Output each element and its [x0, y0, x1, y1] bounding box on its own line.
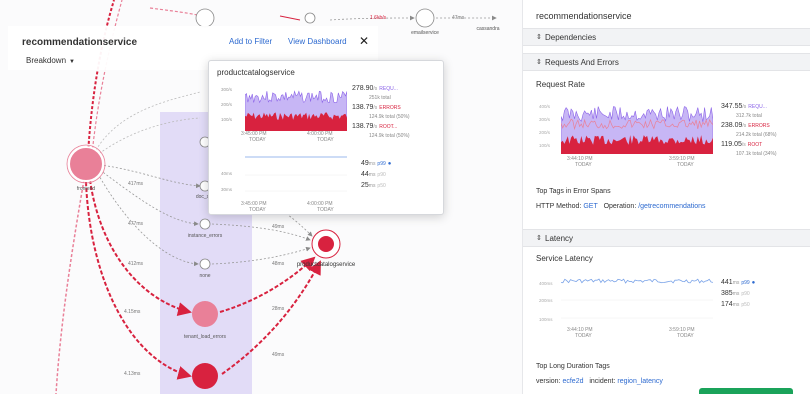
- edge-label: 47ms: [452, 15, 465, 21]
- side-panel-title: recommendationservice: [536, 11, 632, 21]
- popup-request-rate-chart: [245, 90, 347, 131]
- axis-tick: 100ms: [539, 317, 553, 322]
- stat-requests-total: 251k total: [369, 95, 391, 101]
- date-label: TODAY: [677, 162, 694, 168]
- edge-label: 477ms: [128, 221, 144, 227]
- axis-tick: 100/s: [539, 143, 551, 148]
- stat-root-errors-total: 124.9k total (50%): [369, 133, 410, 139]
- stat-errors-total: 124.9k total (50%): [369, 114, 410, 120]
- edge-label: 28ms: [272, 306, 285, 312]
- axis-tick: 300/s: [539, 117, 551, 122]
- edge-label: 48ms: [272, 261, 285, 267]
- chevron-down-icon: ▼: [69, 59, 75, 65]
- stat-requests: 347.55/s REQU...: [721, 103, 767, 110]
- node-label: cassandra: [476, 26, 500, 32]
- long-tag-line: version: ecfe2d incident: region_latency: [536, 378, 663, 385]
- tag-value-link[interactable]: /getrecommendations: [638, 203, 705, 210]
- section-requests-and-errors[interactable]: ⇕ Requests And Errors: [523, 53, 810, 71]
- date-label: TODAY: [317, 137, 334, 143]
- node-label: tenant_load_errors: [184, 334, 226, 340]
- axis-tick: 300/s: [221, 87, 233, 92]
- date-label: TODAY: [575, 162, 592, 168]
- dot-icon: ●: [387, 161, 392, 167]
- axis-tick: 200/s: [221, 102, 233, 107]
- section-label: Dependencies: [545, 33, 597, 42]
- tag-value-link[interactable]: ecfe2d: [562, 378, 583, 385]
- axis-tick: 200ms: [539, 298, 553, 303]
- edge-label: 49ms: [272, 224, 285, 230]
- date-label: TODAY: [677, 333, 694, 339]
- latency-p50: 174ms p50: [721, 301, 750, 308]
- axis-tick: 400ms: [539, 281, 553, 286]
- date-label: TODAY: [575, 333, 592, 339]
- popup-latency-chart: [245, 156, 347, 192]
- node-label: instance_errors: [187, 233, 223, 239]
- edge-label: 49ms: [272, 352, 285, 358]
- axis-tick: 30ms: [221, 187, 233, 192]
- section-label: Latency: [545, 234, 574, 243]
- expand-icon: ⇕: [536, 235, 542, 242]
- tag-value-link[interactable]: region_latency: [617, 378, 663, 385]
- service-title: recommendationservice: [22, 37, 138, 48]
- edge-label: 1.6kb/s: [370, 15, 387, 21]
- node-label: none: [199, 273, 211, 279]
- service-map[interactable]: frontend doc_svc instance_errors none pr…: [0, 0, 522, 394]
- apm-service-map-screen: frontend doc_svc instance_errors none pr…: [0, 0, 810, 394]
- date-label: TODAY: [249, 137, 266, 143]
- edge-label: 4.15ms: [124, 309, 141, 315]
- close-icon[interactable]: ✕: [359, 34, 369, 48]
- edge-label: 412ms: [128, 261, 144, 267]
- service-side-panel: recommendationservice ⇕ Dependencies ⇕ R…: [522, 0, 810, 394]
- error-tag-line: HTTP Method: GET Operation: /getrecommen…: [536, 203, 706, 210]
- service-latency-label: Service Latency: [536, 254, 593, 263]
- node-label: emailservice: [411, 30, 439, 36]
- tag-value-link[interactable]: GET: [583, 203, 597, 210]
- top-tags-error-label: Top Tags in Error Spans: [536, 188, 611, 195]
- side-request-rate-chart: [561, 106, 713, 154]
- latency-p99: 441ms p99 ●: [721, 279, 756, 286]
- stat-root: 119.05/s ROOT: [721, 141, 763, 148]
- latency-p99: 49ms p99 ●: [361, 160, 392, 167]
- section-dependencies[interactable]: ⇕ Dependencies: [523, 28, 810, 46]
- p99-series-line: [561, 278, 713, 284]
- stat-errors: 238.09/s ERRORS: [721, 122, 770, 129]
- expand-icon: ⇕: [536, 34, 542, 41]
- stat-requests-total: 312.7k total: [736, 113, 762, 119]
- edge-label: 4.13ms: [124, 371, 141, 377]
- latency-p90: 385ms p90: [721, 290, 750, 297]
- date-label: TODAY: [249, 207, 266, 213]
- latency-p50: 25ms p50: [361, 182, 386, 189]
- dot-icon: ●: [751, 280, 756, 286]
- stat-root-errors: 138.79/s ROOT...: [352, 123, 398, 130]
- axis-tick: 40ms: [221, 171, 233, 176]
- stat-root-total: 107.1k total (34%): [736, 151, 777, 157]
- axis-tick: 200/s: [539, 130, 551, 135]
- request-rate-label: Request Rate: [536, 80, 585, 89]
- latency-p90: 44ms p90: [361, 171, 386, 178]
- view-dashboard-link[interactable]: View Dashboard: [288, 37, 347, 46]
- expand-icon: ⇕: [536, 59, 542, 66]
- breakdown-label: Breakdown: [26, 56, 67, 65]
- top-long-duration-label: Top Long Duration Tags: [536, 363, 610, 370]
- node-label-productcatalogservice[interactable]: productcatalogservice: [297, 262, 355, 268]
- side-latency-chart: [561, 278, 713, 319]
- action-button[interactable]: [699, 388, 793, 394]
- axis-tick: 100/s: [221, 117, 233, 122]
- popup-title: productcatalogservice: [217, 68, 295, 77]
- node-label: frontend: [76, 186, 96, 192]
- stat-requests: 278.90/s REQU...: [352, 85, 398, 92]
- stat-errors: 138.79/s ERRORS: [352, 104, 401, 111]
- breakdown-dropdown[interactable]: Breakdown ▼: [26, 56, 75, 65]
- date-label: TODAY: [317, 207, 334, 213]
- service-hover-popup: productcatalogservice 300/s 200/s 100/s …: [208, 60, 444, 215]
- add-to-filter-link[interactable]: Add to Filter: [229, 37, 272, 46]
- stat-errors-total: 214.2k total (68%): [736, 132, 777, 138]
- section-latency[interactable]: ⇕ Latency: [523, 229, 810, 247]
- axis-tick: 400/s: [539, 104, 551, 109]
- edge-label: 417ms: [128, 181, 144, 187]
- section-label: Requests And Errors: [545, 58, 619, 67]
